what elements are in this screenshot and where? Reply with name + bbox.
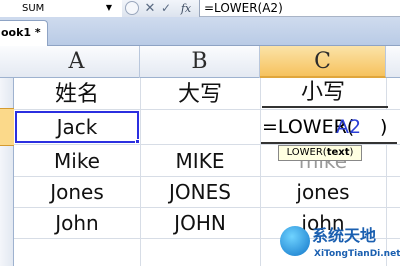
cell-b1[interactable]: 大写 [140,78,260,112]
cell-a1[interactable]: 姓名 [14,78,140,112]
cell-border [262,106,388,108]
cell-a4[interactable]: Jones [14,175,140,209]
tooltip-close: ) [349,147,354,158]
chevron-down-icon[interactable]: ▼ [103,2,115,14]
watermark-title: 系统天地 [312,226,377,245]
workbook-tab[interactable]: ook1 * [0,20,48,46]
cell-a5[interactable]: John [14,206,140,240]
column-header-a[interactable]: A [14,46,140,78]
cell-c1[interactable]: 小写 [260,76,386,110]
row-header-strip [0,78,14,266]
watermark-logo-icon [280,226,310,256]
tooltip-argument: text [326,147,350,158]
cell-c4[interactable]: jones [260,175,386,209]
cell-b5[interactable]: JOHN [140,206,260,240]
formula-reference: A2 [336,116,362,138]
insert-function-icon[interactable]: fx [176,0,196,17]
formula-input[interactable]: =LOWER(A2) [204,0,400,17]
workbook-tab-strip [0,17,400,46]
grip-icon[interactable] [125,1,139,15]
cell-b3[interactable]: MIKE [140,144,260,178]
cell-b4[interactable]: JONES [140,175,260,209]
formula-text-close: ) [380,116,388,138]
enter-icon[interactable]: ✓ [159,0,173,17]
cell-b2[interactable] [140,110,260,144]
function-tooltip[interactable]: LOWER(text) [278,145,362,161]
column-header-b[interactable]: B [140,46,260,78]
watermark-subtitle: XiTongTianDi.net [314,249,400,259]
row-header-2[interactable] [0,108,14,146]
cancel-icon[interactable]: ✕ [143,0,157,17]
selected-cell-border [15,111,139,143]
cell-a3[interactable]: Mike [14,144,140,178]
tooltip-function: LOWER( [286,147,327,158]
column-header-c[interactable]: C [260,46,386,78]
